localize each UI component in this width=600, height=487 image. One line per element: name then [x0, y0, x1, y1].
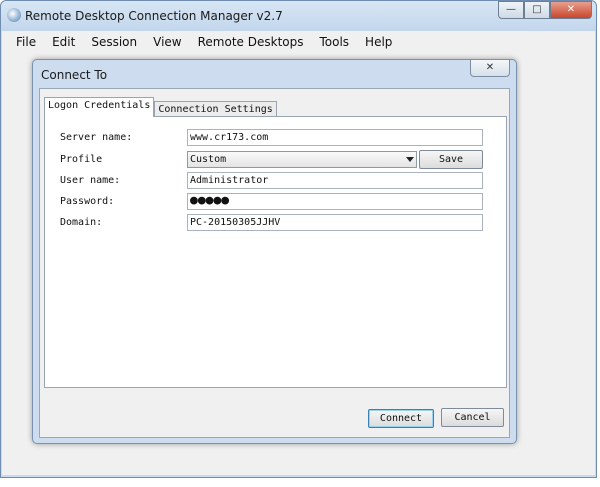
menu-edit[interactable]: Edit — [46, 31, 81, 53]
domain-label: Domain: — [60, 217, 103, 228]
tab-logon-credentials[interactable]: Logon Credentials — [44, 97, 155, 117]
profile-select-value: Custom — [190, 154, 227, 165]
window-controls: — □ ✕ — [498, 1, 592, 19]
menu-view[interactable]: View — [147, 31, 187, 53]
server-name-label: Server name: — [60, 132, 133, 143]
minimize-button[interactable]: — — [498, 1, 524, 19]
dialog-title: Connect To — [41, 68, 108, 82]
password-label: Password: — [60, 196, 115, 207]
domain-input[interactable]: PC-20150305JJHV — [187, 214, 483, 231]
save-button[interactable]: Save — [419, 150, 483, 169]
cancel-button[interactable]: Cancel — [441, 408, 504, 427]
password-input[interactable]: ●●●●● — [187, 193, 483, 210]
menu-help[interactable]: Help — [359, 31, 398, 53]
user-name-input[interactable]: Administrator — [187, 172, 483, 189]
menu-file[interactable]: File — [2, 31, 42, 53]
app-icon — [7, 8, 21, 22]
server-name-input[interactable]: www.cr173.com — [187, 129, 483, 146]
logon-credentials-panel: Server name: www.cr173.com Profile Custo… — [44, 116, 507, 388]
title-bar[interactable]: Remote Desktop Connection Manager v2.7 —… — [1, 1, 596, 31]
menu-bar: File Edit Session View Remote Desktops T… — [2, 31, 595, 53]
tab-strip: Logon Credentials Connection Settings — [44, 97, 277, 117]
tab-connection-settings[interactable]: Connection Settings — [154, 101, 277, 117]
user-name-label: User name: — [60, 175, 121, 186]
menu-remote-desktops[interactable]: Remote Desktops — [192, 31, 310, 53]
maximize-button[interactable]: □ — [524, 1, 550, 19]
window-title: Remote Desktop Connection Manager v2.7 — [25, 9, 283, 23]
menu-session[interactable]: Session — [85, 31, 143, 53]
profile-select[interactable]: Custom — [187, 151, 417, 168]
close-button[interactable]: ✕ — [550, 1, 592, 19]
dialog-close-button[interactable]: ✕ — [470, 60, 510, 77]
connect-to-dialog: Connect To ✕ Logon Credentials Connectio… — [32, 59, 517, 444]
profile-label: Profile — [60, 154, 103, 165]
dialog-body: Logon Credentials Connection Settings Se… — [39, 88, 510, 438]
chevron-down-icon — [406, 157, 414, 162]
connect-button[interactable]: Connect — [368, 409, 434, 428]
menu-tools[interactable]: Tools — [313, 31, 355, 53]
